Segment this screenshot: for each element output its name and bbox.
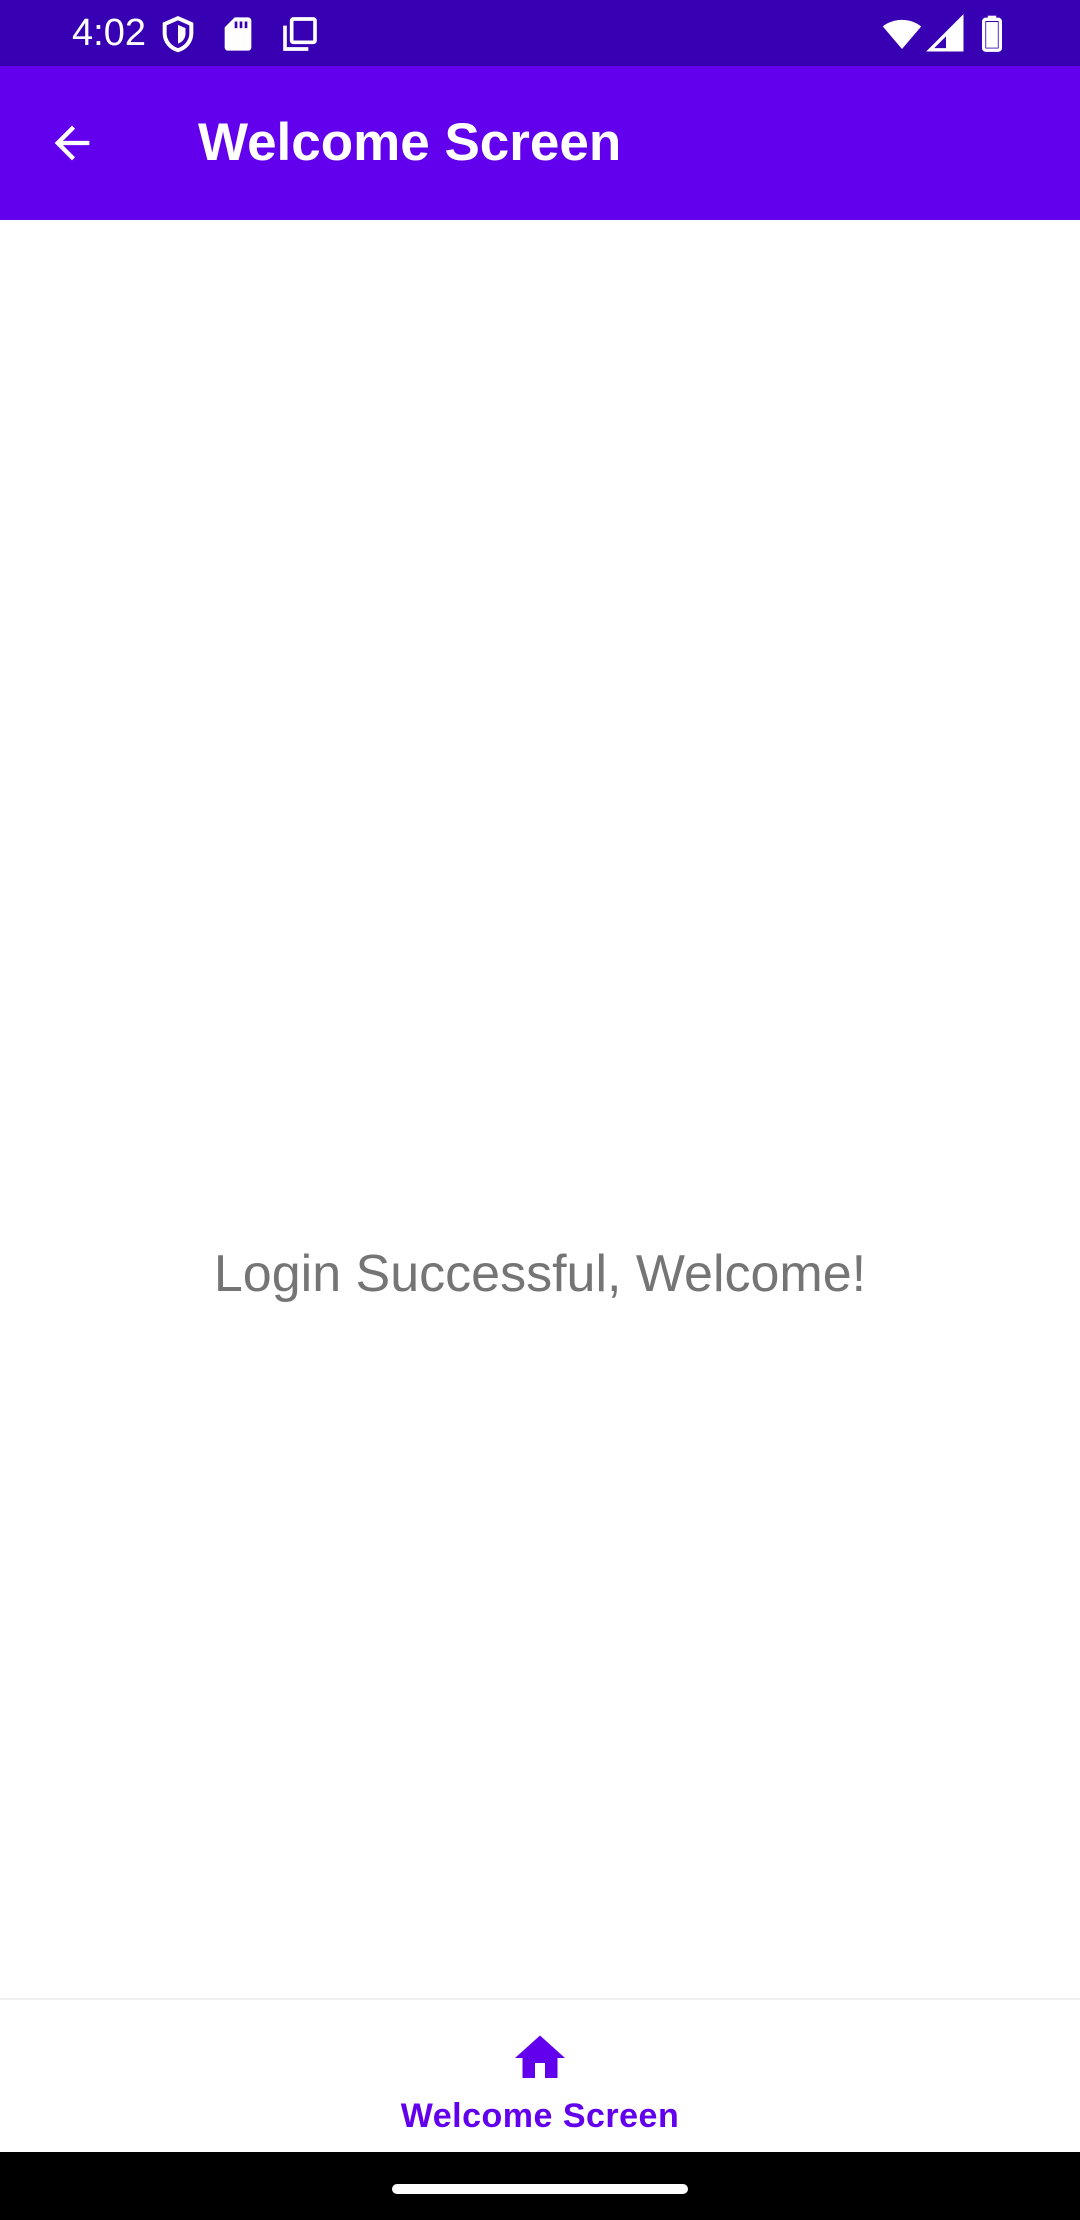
- battery-icon: [972, 14, 1012, 54]
- system-gesture-bar: [0, 2152, 1080, 2220]
- bottom-navigation: Welcome Screen: [0, 1998, 1080, 2154]
- home-icon: [510, 2028, 570, 2088]
- app-bar: Welcome Screen: [0, 66, 1080, 220]
- welcome-message: Login Successful, Welcome!: [213, 1245, 867, 1303]
- wifi-icon: [880, 14, 924, 54]
- status-bar: 4:02: [0, 0, 1080, 66]
- cell-signal-icon: [926, 14, 966, 54]
- main-content: Login Successful, Welcome!: [0, 220, 1080, 1998]
- bottom-nav-item-welcome-screen[interactable]: Welcome Screen: [340, 2000, 740, 2154]
- shield-icon: [158, 14, 198, 54]
- back-button[interactable]: [30, 101, 114, 185]
- sd-card-icon: [218, 14, 258, 54]
- app-bar-title: Welcome Screen: [198, 113, 622, 172]
- copy-icon: [280, 14, 320, 54]
- bottom-nav-label: Welcome Screen: [400, 2097, 680, 2135]
- home-gesture-handle[interactable]: [392, 2184, 688, 2194]
- status-time: 4:02: [72, 12, 146, 54]
- arrow-back-icon: [46, 117, 98, 169]
- screen: 4:02 Welcome Screen Login Successful, We…: [0, 0, 1080, 2220]
